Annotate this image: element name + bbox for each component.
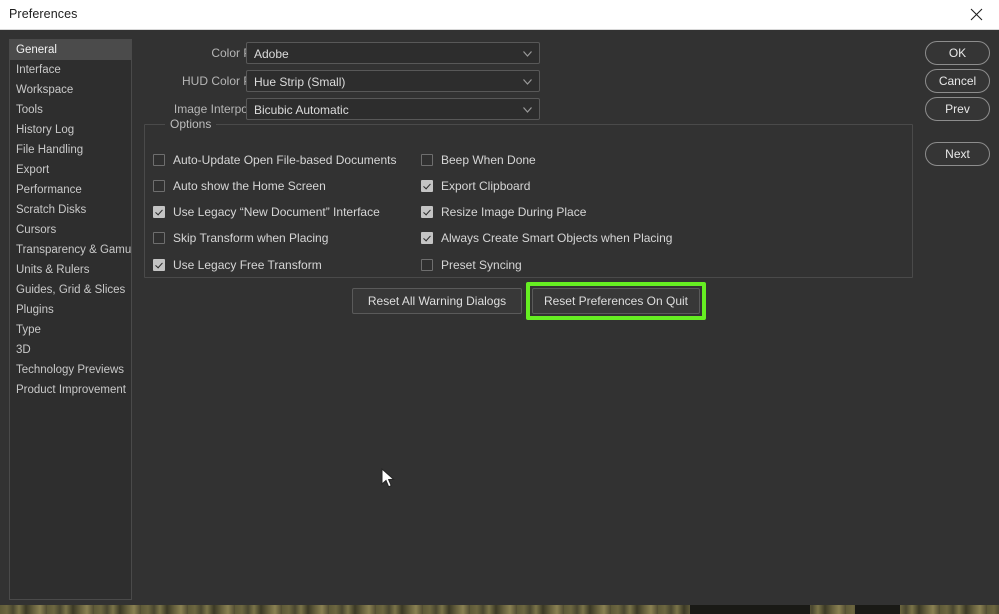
checkbox-unchecked-icon[interactable] [421, 259, 433, 271]
checkbox-unchecked-icon[interactable] [153, 232, 165, 244]
sidebar-item-label: Plugins [16, 304, 54, 316]
close-icon [970, 8, 983, 21]
checkbox-always-create-smart-objects-when-placing[interactable]: Always Create Smart Objects when Placing [421, 229, 672, 247]
checkbox-auto-show-the-home-screen[interactable]: Auto show the Home Screen [153, 177, 326, 195]
sidebar-item-3d[interactable]: 3D [10, 340, 131, 360]
checkbox-unchecked-icon[interactable] [421, 154, 433, 166]
checkbox-unchecked-icon[interactable] [153, 154, 165, 166]
image-interpolation-select[interactable]: Bicubic Automatic [246, 98, 540, 120]
checkbox-label: Use Legacy Free Transform [173, 258, 322, 272]
cancel-button-label: Cancel [939, 74, 976, 88]
checkbox-label: Beep When Done [441, 153, 536, 167]
checkbox-label: Auto show the Home Screen [173, 179, 326, 193]
close-button[interactable] [953, 0, 999, 29]
sidebar-item-technology-previews[interactable]: Technology Previews [10, 360, 131, 380]
sidebar-item-label: File Handling [16, 144, 83, 156]
sidebar-item-tools[interactable]: Tools [10, 100, 131, 120]
checkbox-checked-icon[interactable] [153, 259, 165, 271]
sidebar-item-label: History Log [16, 124, 74, 136]
preferences-dialog: Preferences General Interface Workspace Too… [0, 0, 999, 614]
sidebar-item-label: Cursors [16, 224, 56, 236]
ok-button-label: OK [949, 46, 966, 60]
chevron-down-icon [523, 107, 532, 113]
select-value: Adobe [254, 43, 289, 65]
sidebar-item-label: Units & Rulers [16, 264, 90, 276]
prev-button[interactable]: Prev [925, 97, 990, 121]
sidebar-item-label: 3D [16, 344, 31, 356]
sidebar-item-performance[interactable]: Performance [10, 180, 131, 200]
sidebar-item-label: Transparency & Gamut [16, 244, 132, 256]
reset-all-warning-dialogs-button[interactable]: Reset All Warning Dialogs [352, 288, 522, 314]
prev-button-label: Prev [945, 102, 970, 116]
sidebar-item-label: Guides, Grid & Slices [16, 284, 125, 296]
checkbox-label: Resize Image During Place [441, 205, 586, 219]
sidebar-item-label: Performance [16, 184, 82, 196]
sidebar-item-guides-grid-slices[interactable]: Guides, Grid & Slices [10, 280, 131, 300]
sidebar-item-label: Export [16, 164, 49, 176]
checkbox-use-legacy-new-document-interface[interactable]: Use Legacy “New Document” Interface [153, 203, 380, 221]
checkbox-unchecked-icon[interactable] [153, 180, 165, 192]
sidebar-item-general[interactable]: General [10, 40, 131, 60]
ok-button[interactable]: OK [925, 41, 990, 65]
sidebar-item-scratch-disks[interactable]: Scratch Disks [10, 200, 131, 220]
reset-preferences-on-quit-label: Reset Preferences On Quit [544, 294, 688, 308]
checkbox-label: Always Create Smart Objects when Placing [441, 231, 672, 245]
sidebar-item-label: Scratch Disks [16, 204, 86, 216]
sidebar-item-units-rulers[interactable]: Units & Rulers [10, 260, 131, 280]
sidebar-item-file-handling[interactable]: File Handling [10, 140, 131, 160]
select-value: Bicubic Automatic [254, 99, 349, 121]
checkbox-use-legacy-free-transform[interactable]: Use Legacy Free Transform [153, 256, 322, 274]
checkbox-preset-syncing[interactable]: Preset Syncing [421, 256, 522, 274]
checkbox-export-clipboard[interactable]: Export Clipboard [421, 177, 530, 195]
next-button-label: Next [945, 147, 970, 161]
checkbox-label: Skip Transform when Placing [173, 231, 328, 245]
sidebar-item-label: Product Improvement [16, 384, 126, 396]
sidebar-item-label: Interface [16, 64, 61, 76]
hud-color-picker-select[interactable]: Hue Strip (Small) [246, 70, 540, 92]
chevron-down-icon [523, 51, 532, 57]
sidebar-item-label: Type [16, 324, 41, 336]
dialog-body: General Interface Workspace Tools History Lo… [0, 30, 999, 605]
reset-preferences-on-quit-button[interactable]: Reset Preferences On Quit [532, 288, 700, 314]
sidebar-item-transparency-gamut[interactable]: Transparency & Gamut [10, 240, 131, 260]
window-title: Preferences [9, 7, 78, 21]
cancel-button[interactable]: Cancel [925, 69, 990, 93]
sidebar-item-label: General [16, 44, 57, 56]
title-bar: Preferences [0, 0, 999, 30]
checkbox-checked-icon[interactable] [421, 232, 433, 244]
sidebar-item-interface[interactable]: Interface [10, 60, 131, 80]
background-document-strip [0, 605, 999, 614]
sidebar-item-export[interactable]: Export [10, 160, 131, 180]
checkbox-checked-icon[interactable] [421, 180, 433, 192]
reset-all-warning-dialogs-label: Reset All Warning Dialogs [368, 294, 506, 308]
checkbox-auto-update-open-file-based-documents[interactable]: Auto-Update Open File-based Documents [153, 151, 396, 169]
checkbox-label: Export Clipboard [441, 179, 530, 193]
options-legend: Options [165, 117, 216, 131]
select-value: Hue Strip (Small) [254, 71, 345, 93]
checkbox-checked-icon[interactable] [421, 206, 433, 218]
sidebar-item-history-log[interactable]: History Log [10, 120, 131, 140]
options-group: Options Auto-Update Open File-based Docu… [144, 124, 913, 278]
checkbox-beep-when-done[interactable]: Beep When Done [421, 151, 536, 169]
checkbox-label: Auto-Update Open File-based Documents [173, 153, 396, 167]
category-list[interactable]: General Interface Workspace Tools History Lo… [9, 39, 132, 600]
sidebar-item-label: Workspace [16, 84, 73, 96]
sidebar-item-cursors[interactable]: Cursors [10, 220, 131, 240]
checkbox-skip-transform-when-placing[interactable]: Skip Transform when Placing [153, 229, 328, 247]
sidebar-item-workspace[interactable]: Workspace [10, 80, 131, 100]
sidebar-item-plugins[interactable]: Plugins [10, 300, 131, 320]
color-picker-select[interactable]: Adobe [246, 42, 540, 64]
checkbox-label: Use Legacy “New Document” Interface [173, 205, 380, 219]
chevron-down-icon [523, 79, 532, 85]
sidebar-item-type[interactable]: Type [10, 320, 131, 340]
sidebar-item-label: Tools [16, 104, 43, 116]
checkbox-checked-icon[interactable] [153, 206, 165, 218]
checkbox-label: Preset Syncing [441, 258, 522, 272]
next-button[interactable]: Next [925, 142, 990, 166]
checkbox-resize-image-during-place[interactable]: Resize Image During Place [421, 203, 586, 221]
sidebar-item-label: Technology Previews [16, 364, 124, 376]
sidebar-item-product-improvement[interactable]: Product Improvement [10, 380, 131, 400]
